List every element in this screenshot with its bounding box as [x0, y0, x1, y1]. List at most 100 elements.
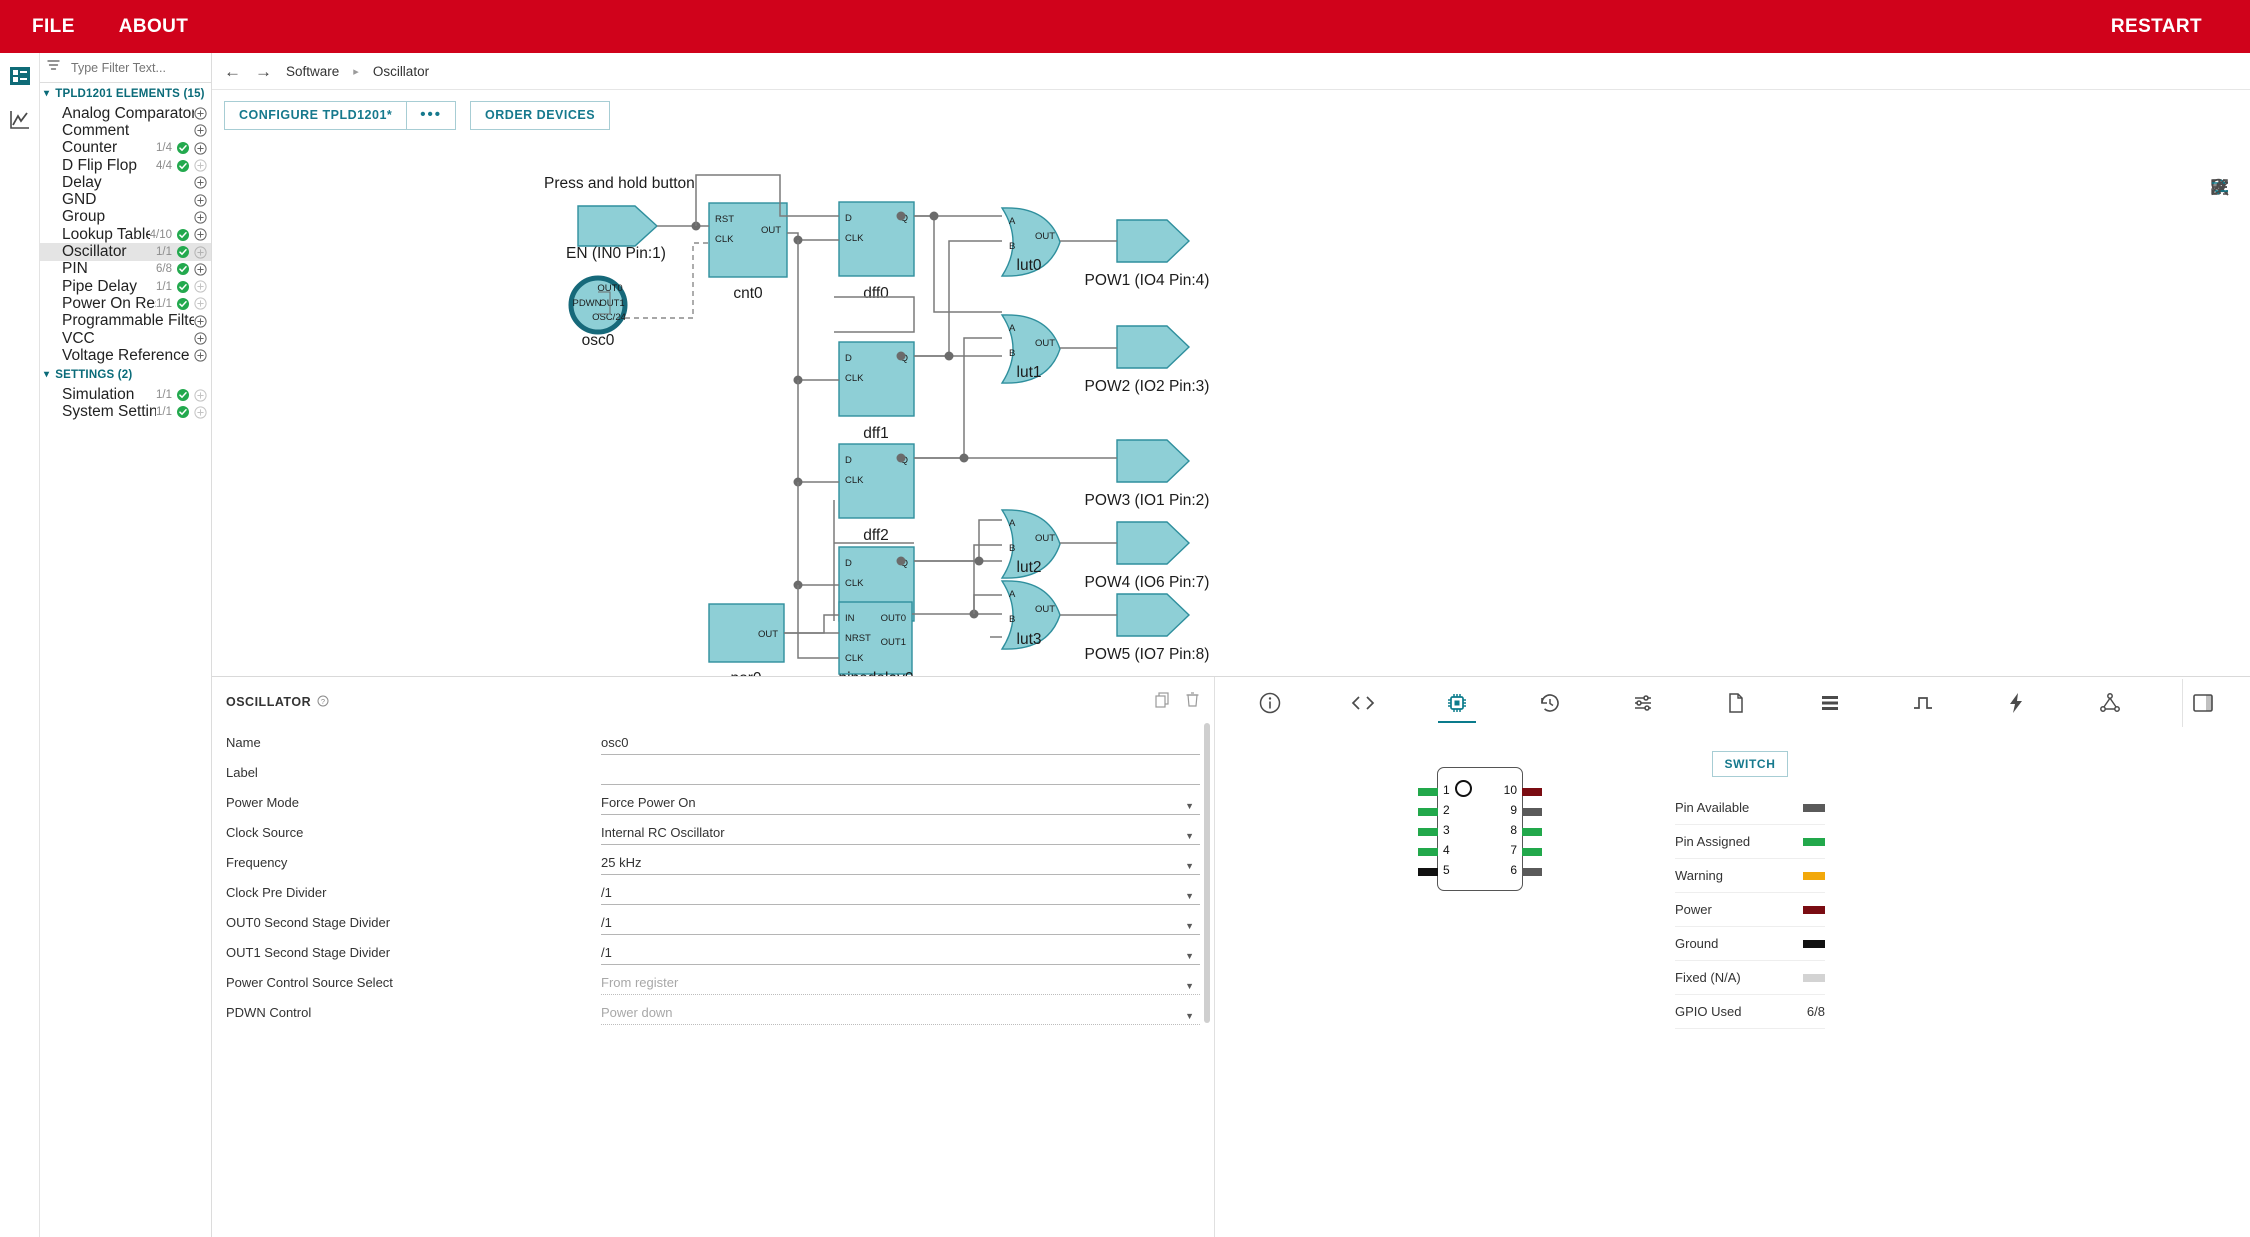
tree-item-analog-comparator[interactable]: Analog Comparator [40, 105, 211, 122]
add-element-icon[interactable] [194, 228, 207, 241]
help-icon[interactable]: ? [2216, 179, 2242, 467]
tree-item-oscillator[interactable]: Oscillator 1/1 [40, 243, 211, 261]
pin-lead[interactable] [1418, 828, 1438, 836]
pin-lead[interactable] [1522, 848, 1542, 856]
tree-item-programmable-filter[interactable]: Programmable Filter [40, 312, 211, 330]
pin-lead[interactable] [1522, 828, 1542, 836]
nav-forward-icon[interactable]: → [255, 63, 272, 80]
tree-item-pin[interactable]: PIN 6/8 [40, 260, 211, 278]
tab-waveform-step[interactable] [1902, 679, 1944, 727]
tree-item-power-on-reset[interactable]: Power On Reset1/1 [40, 295, 211, 312]
chevron-down-icon[interactable]: ▼ [1185, 1011, 1194, 1021]
tree-item-system-settings[interactable]: System Settings1/1 [40, 403, 211, 421]
add-element-icon[interactable] [194, 245, 207, 259]
tab-history[interactable] [1529, 679, 1571, 727]
add-element-icon[interactable] [194, 315, 207, 328]
tab-sliders[interactable] [1622, 679, 1664, 727]
help-circle-icon[interactable]: ? [317, 695, 329, 710]
layout-icon[interactable] [2211, 179, 2242, 359]
trash-icon[interactable] [1185, 691, 1200, 713]
tab-chip[interactable] [1436, 679, 1478, 727]
elements-panel-icon[interactable] [7, 63, 33, 89]
configure-device-button[interactable]: CONFIGURE TPLD1201* [224, 100, 408, 130]
pin-lead[interactable] [1522, 788, 1542, 796]
add-element-icon[interactable] [194, 406, 207, 419]
property-control[interactable] [601, 761, 1200, 785]
chevron-down-icon[interactable]: ▼ [1185, 921, 1194, 931]
chevron-down-icon[interactable]: ▼ [1185, 891, 1194, 901]
tree-item-counter[interactable]: Counter 1/4 [40, 139, 211, 157]
zoom-in-icon[interactable] [2213, 180, 2242, 251]
add-element-icon[interactable] [194, 142, 207, 155]
chevron-down-icon[interactable]: ▼ [1185, 801, 1194, 811]
pin-lead[interactable] [1418, 868, 1438, 876]
chevron-down-icon[interactable]: ▼ [1185, 981, 1194, 991]
tab-power[interactable] [1995, 679, 2037, 727]
more-options-button[interactable]: ••• [407, 100, 457, 130]
add-element-icon[interactable] [194, 280, 207, 293]
tree-item-d-flip-flop[interactable]: D Flip Flop 4/4 [40, 157, 211, 174]
tree-item-simulation[interactable]: Simulation 1/1 [40, 386, 211, 403]
property-control[interactable]: From register ▼ [601, 971, 1200, 995]
order-devices-button[interactable]: ORDER DEVICES [470, 100, 611, 130]
schematic-canvas[interactable]: .blk { fill:#8ecfd6; stroke:#2f8f9d; str… [212, 140, 2250, 724]
add-element-icon[interactable] [194, 107, 207, 120]
filter-input[interactable] [69, 59, 234, 76]
property-control[interactable]: Force Power On ▼ [601, 791, 1200, 815]
tab-register[interactable] [1809, 679, 1851, 727]
add-element-icon[interactable] [194, 263, 207, 276]
properties-scrollbar[interactable] [1204, 723, 1210, 1023]
property-control[interactable]: 25 kHz ▼ [601, 851, 1200, 875]
pin-lead[interactable] [1522, 868, 1542, 876]
chevron-down-icon[interactable]: ▼ [1185, 861, 1194, 871]
pencil-icon[interactable] [2211, 179, 2242, 431]
property-control[interactable]: osc0 [601, 731, 1200, 755]
property-control[interactable]: Internal RC Oscillator ▼ [601, 821, 1200, 845]
menu-restart[interactable]: RESTART [2089, 0, 2224, 53]
property-control[interactable]: /1 ▼ [601, 881, 1200, 905]
property-control[interactable]: Power down ▼ [601, 1001, 1200, 1025]
add-element-icon[interactable] [194, 211, 207, 224]
tab-panel-toggle[interactable] [2181, 679, 2224, 727]
copy-icon[interactable] [1154, 691, 1171, 713]
pin-lead[interactable] [1418, 788, 1438, 796]
chevron-down-icon[interactable]: ▼ [1185, 831, 1194, 841]
breadcrumb-oscillator[interactable]: Oscillator [373, 64, 429, 79]
tree-item-gnd[interactable]: GND [40, 191, 211, 208]
add-element-icon[interactable] [194, 194, 207, 207]
zoom-out-icon[interactable] [2213, 186, 2242, 287]
tab-code[interactable] [1342, 679, 1384, 727]
tab-hierarchy[interactable] [2089, 679, 2131, 727]
add-element-icon[interactable] [194, 332, 207, 345]
pin-lead[interactable] [1418, 848, 1438, 856]
tree-group-header[interactable]: ▾ TPLD1201 ELEMENTS (15) [40, 83, 211, 105]
fit-screen-icon[interactable] [2212, 179, 2242, 323]
add-element-icon[interactable] [194, 349, 207, 362]
tree-item-delay[interactable]: Delay [40, 174, 211, 191]
add-element-icon[interactable] [194, 297, 207, 311]
nav-back-icon[interactable]: ← [224, 63, 241, 80]
menu-file[interactable]: FILE [10, 0, 97, 53]
add-element-icon[interactable] [194, 388, 207, 402]
chip-package[interactable]: 1 2 3 4 5 10 9 8 7 6 [1418, 767, 1542, 1029]
tree-item-lookup-table[interactable]: Lookup Table 4/10 [40, 226, 211, 243]
tab-document[interactable] [1715, 679, 1757, 727]
add-element-icon[interactable] [194, 159, 207, 172]
add-element-icon[interactable] [194, 124, 207, 138]
tree-item-comment[interactable]: Comment [40, 122, 211, 139]
tree-group-header[interactable]: ▾ SETTINGS (2) [40, 364, 211, 386]
switch-package-button[interactable]: SWITCH [1711, 751, 1789, 777]
add-element-icon[interactable] [194, 176, 207, 189]
tree-item-pipe-delay[interactable]: Pipe Delay 1/1 [40, 278, 211, 295]
property-control[interactable]: /1 ▼ [601, 911, 1200, 935]
tab-info[interactable] [1249, 679, 1291, 727]
tree-item-group[interactable]: Group [40, 208, 211, 226]
waveform-icon[interactable] [7, 107, 33, 133]
tree-item-vcc[interactable]: VCC [40, 330, 211, 347]
pin-lead[interactable] [1418, 808, 1438, 816]
property-control[interactable]: /1 ▼ [601, 941, 1200, 965]
menu-about[interactable]: ABOUT [97, 0, 211, 53]
chevron-down-icon[interactable]: ▼ [1185, 951, 1194, 961]
route-icon[interactable] [2212, 179, 2242, 395]
pin-lead[interactable] [1522, 808, 1542, 816]
